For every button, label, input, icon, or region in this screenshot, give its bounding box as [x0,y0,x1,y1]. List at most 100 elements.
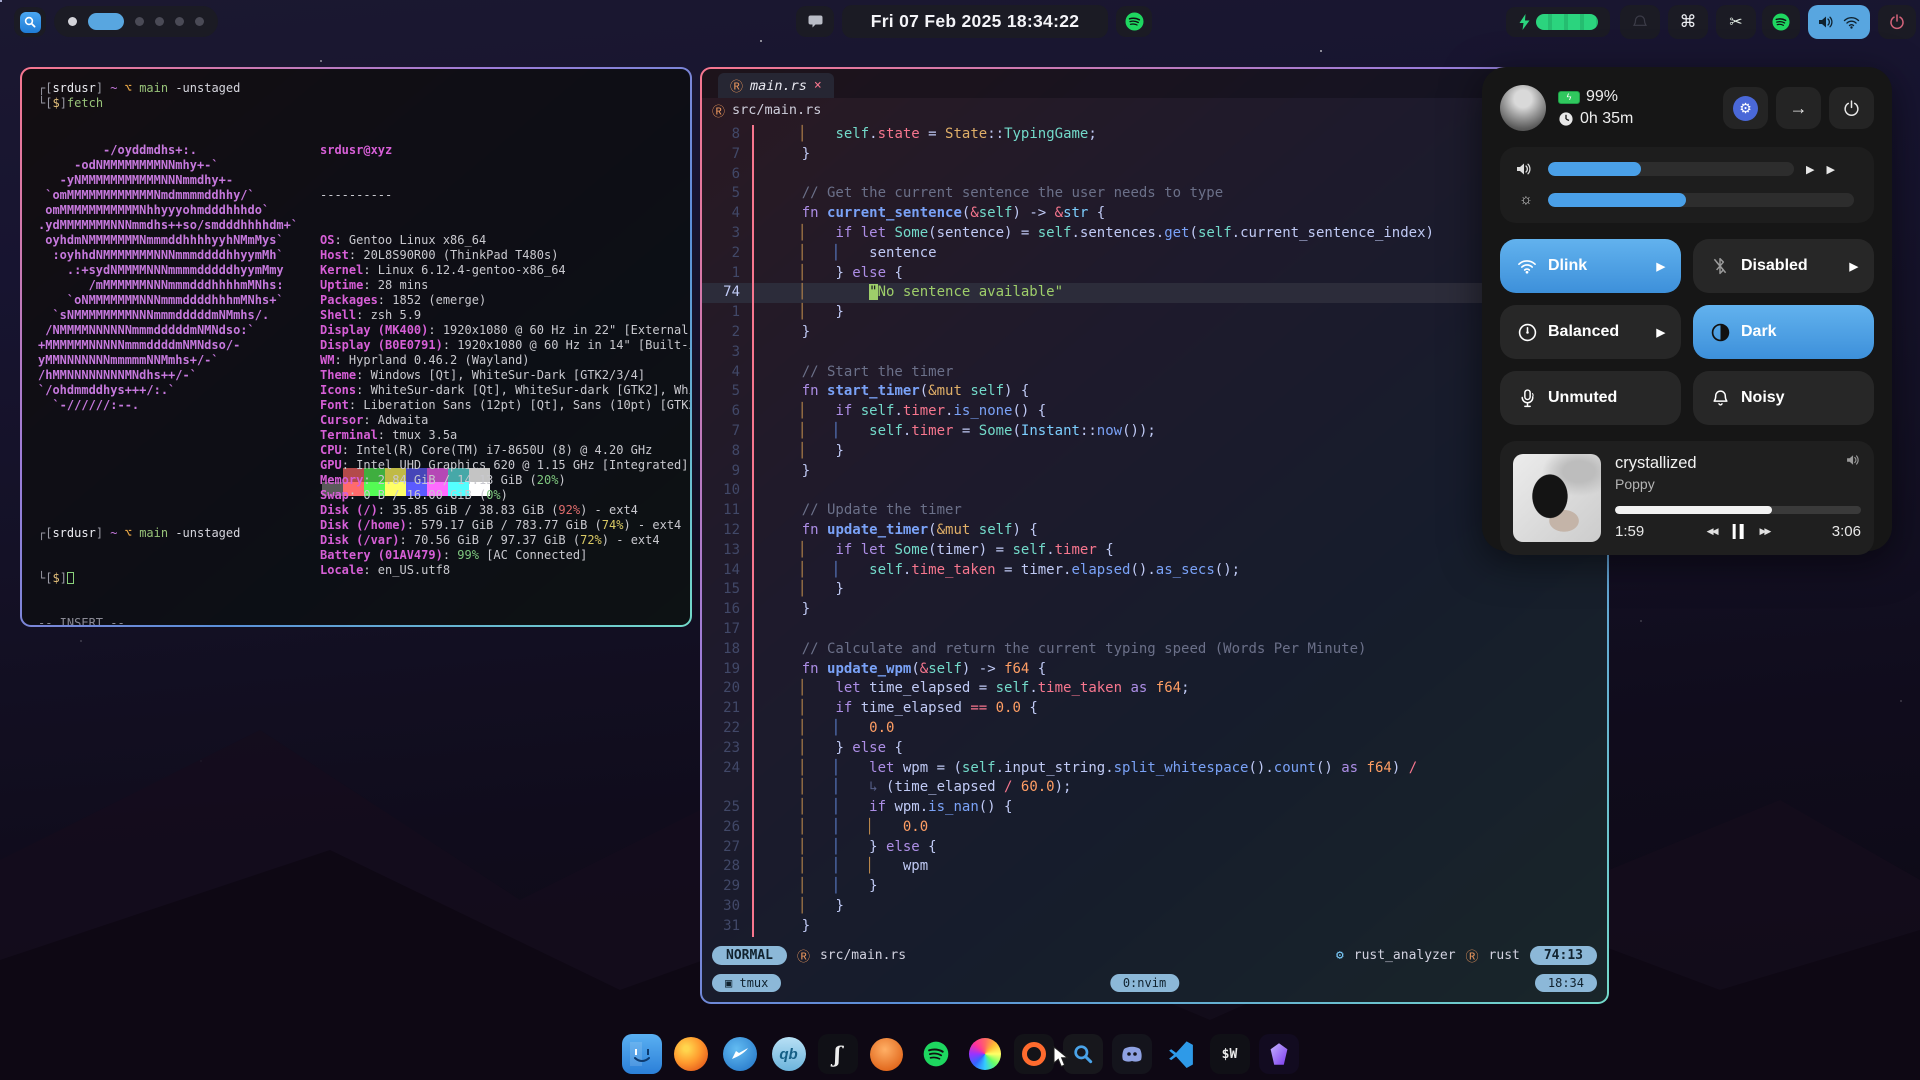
tray-power-button[interactable] [1878,5,1916,39]
output-cycle-icon[interactable]: ▶ [1826,163,1834,176]
rust-icon: Ⓡ [797,946,810,965]
workspace-dot[interactable] [68,17,77,26]
firefox-dock-icon[interactable] [671,1034,711,1074]
clock[interactable]: Fri 07 Feb 2025 18:34:22 [842,5,1108,38]
spotify-topbar-button[interactable] [1116,6,1152,37]
workspace-dot[interactable] [195,17,204,26]
battery-tray[interactable] [1506,7,1610,37]
qbittorrent-dock-icon[interactable]: qb [769,1034,809,1074]
chevron-right-icon[interactable]: ▶ [1850,260,1858,273]
fetch-info-line: Swap: 0 B / 16.00 GiB (0%) [320,488,690,503]
tmux-session-pill[interactable]: ▣ tmux [712,974,781,992]
microphone-icon [1516,389,1538,408]
code-line: 4 fn current_sentence(&self) -> &str { [702,204,1607,224]
toggle-dlink[interactable]: Dlink ▶ [1500,239,1681,293]
fetch-output: -/oyddmdhs+:. -odNMMMMMMMMNNmhy+-` -yNMM… [38,113,674,458]
tray-screenshot-button[interactable]: ✂ [1716,5,1756,39]
tray-idle-inhibitor[interactable] [1620,5,1660,39]
obsidian-dock-icon[interactable] [1259,1034,1299,1074]
toggle-label: Dark [1741,323,1777,341]
spotify-dock-icon[interactable] [916,1034,956,1074]
code-line: 25 ▏ ▏ if wpm.is_nan() { [702,798,1607,818]
battery-percent: 99% [1586,88,1618,106]
photos-dock-icon[interactable] [965,1034,1005,1074]
fetch-info-line: Uptime: 28 mins [320,278,690,293]
screencast-button[interactable]: → [1776,87,1821,129]
neovim-window[interactable]: Ⓡ main.rs × Ⓡ src/main.rs 8 ▏ self.state… [700,67,1609,1004]
code-line: 28 ▏ ▏ ▏ wpm [702,857,1607,877]
vscode-dock-icon[interactable] [1161,1034,1201,1074]
curve-app-dock-icon[interactable]: ʃ [818,1034,858,1074]
chevron-right-icon[interactable]: ▶ [1657,326,1665,339]
fetch-info-line: Theme: Windows [Qt], WhiteSur-Dark [GTK2… [320,368,690,383]
orange-ball-dock-icon[interactable] [867,1034,907,1074]
output-cycle-icon[interactable]: ▶ [1806,163,1814,176]
code-line: 23 ▏ } else { [702,739,1607,759]
cursor-position-pill: 74:13 [1530,946,1597,965]
bell-dim-icon [1632,14,1648,30]
terminal-content[interactable]: ┌[srdusr] ~ ⌥ main -unstaged └[$]fetch -… [22,69,690,625]
workspace-dot[interactable] [155,17,164,26]
code-line: 2 } [702,323,1607,343]
volume-slider[interactable] [1548,162,1794,176]
power-button[interactable] [1829,87,1874,129]
tab-main-rs[interactable]: Ⓡ main.rs × [718,73,834,98]
code-editor-area[interactable]: 8 ▏ self.state = State::TypingGame;7 }65… [702,122,1607,942]
previous-track-icon[interactable]: ◀◀ [1707,526,1717,537]
battery-icon: ϟ [1558,91,1580,104]
toggle-unmuted[interactable]: Unmuted [1500,371,1681,425]
avatar[interactable] [1500,85,1546,131]
tmux-statusbar: ▣ tmux 0:nvim 18:34 [702,968,1607,998]
track-progress-bar[interactable] [1615,506,1861,514]
code-line: 11 // Update the timer [702,501,1607,521]
fetch-info-line: WM: Hyprland 0.46.2 (Wayland) [320,353,690,368]
chevron-right-icon[interactable]: ▶ [1657,260,1665,273]
toggle-label: Balanced [1548,323,1619,341]
tray-keybinds-button[interactable]: ⌘ [1668,5,1708,39]
tmux-window-pill[interactable]: 0:nvim [1110,974,1179,992]
player-speaker-icon[interactable] [1846,454,1861,492]
code-line: 1 ▏ } else { [702,264,1607,284]
code-line: 19 fn update_wpm(&self) -> f64 { [702,660,1607,680]
launcher-button[interactable] [14,7,46,37]
close-icon[interactable]: × [814,78,822,93]
workspace-dot[interactable] [135,17,144,26]
code-line: 7 ▏ ▏ self.timer = Some(Instant::now()); [702,422,1607,442]
workspace-dot[interactable] [175,17,184,26]
code-line: 1 ▏ } [702,303,1607,323]
toggle-balanced[interactable]: Balanced ▶ [1500,305,1681,359]
tray-audio-network-button[interactable] [1808,5,1870,39]
code-line: 18 // Calculate and return the current t… [702,640,1607,660]
fetch-info-line: Kernel: Linux 6.12.4-gentoo-x86_64 [320,263,690,278]
pause-icon[interactable] [1733,524,1744,539]
workspace-indicator[interactable] [54,6,218,37]
arrow-right-icon: → [1790,98,1808,119]
fetch-info-line: Cursor: Adwaita [320,413,690,428]
dollar-w-dock-icon[interactable]: $W [1210,1034,1250,1074]
code-line: 31 } [702,917,1607,937]
code-line: 6 ▏ if self.timer.is_none() { [702,402,1607,422]
files-dock-icon[interactable] [622,1034,662,1074]
toggle-disabled[interactable]: Disabled▶ [1693,239,1874,293]
fetch-info-line: CPU: Intel(R) Core(TM) i7-8650U (8) @ 4.… [320,443,690,458]
code-line: 3 ▏ if let Some(sentence) = self.sentenc… [702,224,1607,244]
next-track-icon[interactable]: ▶▶ [1760,526,1770,537]
workspace-active[interactable] [88,13,124,30]
blue-bird-dock-icon[interactable] [720,1034,760,1074]
wifi-icon [1843,16,1860,29]
notifications-button[interactable] [796,6,834,37]
toggle-dark[interactable]: Dark [1693,305,1874,359]
discord-dock-icon[interactable] [1112,1034,1152,1074]
brightness-slider[interactable] [1548,193,1854,207]
terminal-window[interactable]: ┌[srdusr] ~ ⌥ main -unstaged └[$]fetch -… [20,67,692,627]
tray-spotify-button[interactable] [1762,5,1800,39]
code-line: 3 [702,343,1607,363]
fetch-user-host: srdusr@xyz [320,143,690,158]
settings-button[interactable]: ⚙ [1723,87,1768,129]
toggle-noisy[interactable]: Noisy [1693,371,1874,425]
fetch-info-line: Packages: 1852 (emerge) [320,293,690,308]
orange-ring-dock-icon[interactable] [1014,1034,1054,1074]
fetch-info-line: Shell: zsh 5.9 [320,308,690,323]
code-line: 17 [702,620,1607,640]
toggle-label: Dlink [1548,257,1587,275]
